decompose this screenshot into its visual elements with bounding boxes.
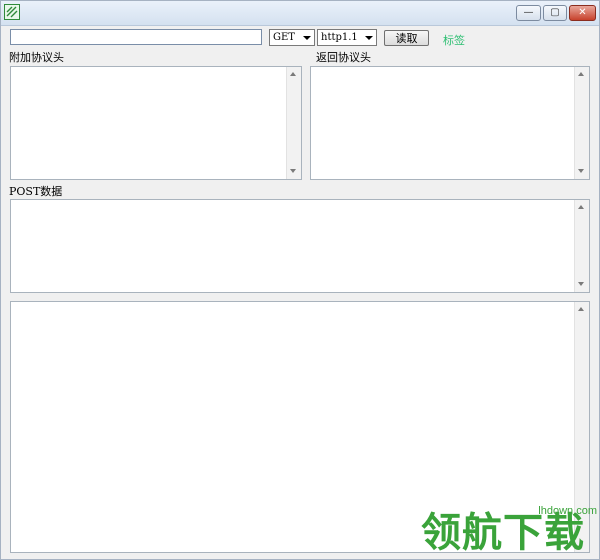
scroll-down-icon[interactable]: [290, 169, 296, 173]
method-select-value: GET: [273, 32, 295, 43]
response-headers-textarea[interactable]: [310, 66, 590, 180]
request-headers-textarea[interactable]: [10, 66, 302, 180]
scroll-up-icon[interactable]: [578, 205, 584, 209]
dropdown-arrow-icon: [303, 36, 311, 40]
request-headers-label: 附加协议头: [9, 51, 64, 64]
app-window: — ▢ ✕ GET http1.1 读取 标签 附加协议头 返回协议头 POST…: [0, 0, 600, 560]
dropdown-arrow-icon: [365, 36, 373, 40]
http-version-select-value: http1.1: [321, 32, 358, 43]
minimize-icon: —: [523, 7, 534, 18]
scroll-up-icon[interactable]: [578, 72, 584, 76]
post-data-textarea[interactable]: [10, 199, 590, 293]
watermark-text: 领航下载: [421, 510, 585, 556]
minimize-button[interactable]: —: [516, 5, 541, 21]
response-headers-label: 返回协议头: [316, 51, 371, 64]
request-headers-scrollbar[interactable]: [286, 67, 301, 179]
scroll-up-icon[interactable]: [290, 72, 296, 76]
read-button[interactable]: 读取: [384, 30, 429, 46]
scroll-down-icon[interactable]: [578, 169, 584, 173]
scroll-up-icon[interactable]: [578, 307, 584, 311]
url-input[interactable]: [10, 29, 262, 45]
read-button-label: 读取: [395, 32, 418, 45]
title-bar[interactable]: — ▢ ✕: [1, 1, 599, 26]
response-headers-scrollbar[interactable]: [574, 67, 589, 179]
method-select[interactable]: GET: [269, 29, 315, 46]
restore-button[interactable]: ▢: [543, 5, 567, 21]
restore-icon: ▢: [550, 7, 560, 18]
http-version-select[interactable]: http1.1: [317, 29, 377, 46]
close-button[interactable]: ✕: [569, 5, 596, 21]
app-icon: [4, 4, 20, 20]
tag-link[interactable]: 标签: [443, 32, 465, 48]
post-data-label: POST数据: [9, 185, 63, 198]
post-data-scrollbar[interactable]: [574, 200, 589, 292]
close-icon: ✕: [578, 7, 587, 18]
scroll-down-icon[interactable]: [578, 282, 584, 286]
watermark: lhdown.com 领航下载: [417, 501, 597, 557]
